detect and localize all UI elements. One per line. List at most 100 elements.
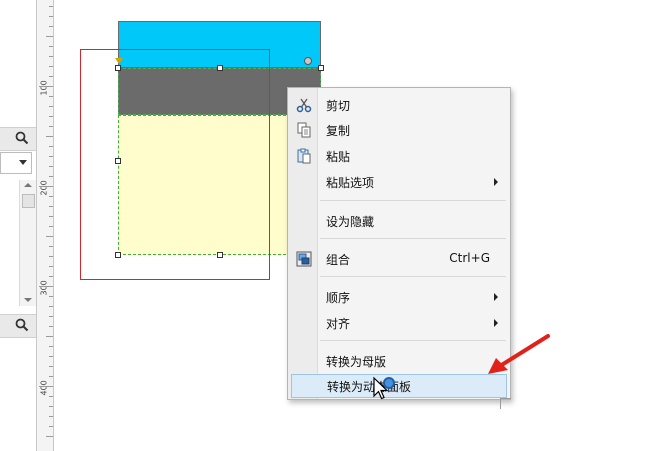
context-menu: 剪切 复制 粘贴 粘贴选项 设为隐藏 组合 Ctrl+G 顺序 对齐 转换为母版… — [287, 87, 511, 400]
ruler-tick — [49, 306, 53, 307]
menu-separator — [320, 276, 506, 277]
selection-handle[interactable] — [115, 65, 121, 71]
ruler-tick — [49, 16, 53, 17]
menu-item-set-hidden[interactable]: 设为隐藏 — [288, 209, 510, 233]
ruler-tick — [49, 76, 53, 77]
ruler-tick — [49, 316, 53, 317]
ruler-tick — [49, 176, 53, 177]
ruler-tick — [49, 46, 53, 47]
selection-handle[interactable] — [217, 252, 223, 258]
menu-separator — [320, 238, 506, 239]
ruler-label: 200 — [39, 180, 49, 196]
vertical-ruler: 100 200 300 400 — [36, 0, 54, 451]
menu-item-copy[interactable]: 复制 — [288, 118, 510, 142]
selection-handle[interactable] — [217, 65, 223, 71]
scroll-up-icon[interactable] — [24, 183, 32, 187]
menu-item-label: 转换为动态面板 — [327, 380, 412, 394]
ruler-tick — [49, 166, 53, 167]
ruler-tick — [39, 386, 53, 387]
ruler-label: 300 — [39, 280, 49, 296]
panel-scrollbar[interactable] — [19, 180, 36, 306]
menu-item-align[interactable]: 对齐 — [288, 311, 510, 335]
ruler-tick — [49, 406, 53, 407]
ruler-tick — [46, 36, 53, 37]
ruler-tick — [46, 136, 53, 137]
mouse-cursor-icon — [373, 376, 389, 400]
menu-item-convert-to-master[interactable]: 转换为母版 — [288, 349, 510, 373]
menu-item-label: 对齐 — [326, 317, 351, 331]
ruler-tick — [49, 156, 53, 157]
left-panel — [0, 0, 36, 451]
menu-item-order[interactable]: 顺序 — [288, 285, 510, 309]
menu-item-paste-options[interactable]: 粘贴选项 — [288, 170, 510, 194]
scroll-thumb[interactable] — [22, 194, 35, 208]
ruler-tick — [49, 346, 53, 347]
scissors-icon — [296, 98, 312, 113]
menu-separator — [320, 200, 506, 201]
ruler-tick — [39, 286, 53, 287]
submenu-arrow-icon — [494, 293, 498, 301]
ruler-label: 400 — [39, 380, 49, 396]
menu-item-label: 粘贴选项 — [326, 176, 375, 190]
ruler-tick — [46, 236, 53, 237]
ruler-tick — [49, 6, 53, 7]
ruler-tick — [49, 226, 53, 227]
group-icon — [296, 251, 312, 267]
ruler-tick — [46, 436, 53, 437]
ruler-tick — [49, 296, 53, 297]
ruler-tick — [49, 56, 53, 57]
rotation-handle[interactable] — [304, 57, 312, 65]
selection-handle[interactable] — [115, 252, 121, 258]
panel-dropdown[interactable] — [0, 152, 32, 174]
ruler-tick — [39, 186, 53, 187]
menu-item-label: 复制 — [326, 124, 351, 138]
menu-item-label: 设为隐藏 — [326, 215, 375, 229]
ruler-tick — [49, 206, 53, 207]
panel-toolbar-top — [0, 127, 36, 151]
menu-corner-mark — [500, 398, 511, 409]
menu-item-paste[interactable]: 粘贴 — [288, 144, 510, 168]
ruler-tick — [49, 146, 53, 147]
ruler-tick — [49, 66, 53, 67]
ruler-tick — [49, 396, 53, 397]
scroll-down-icon[interactable] — [24, 298, 32, 302]
red-annotation-arrow-icon — [488, 334, 550, 374]
ruler-tick — [49, 376, 53, 377]
ruler-tick — [49, 276, 53, 277]
ruler-tick — [49, 356, 53, 357]
ruler-tick — [49, 426, 53, 427]
selection-handle[interactable] — [318, 65, 324, 71]
menu-item-label: 粘贴 — [326, 150, 351, 164]
search-icon[interactable] — [15, 318, 29, 332]
ruler-tick — [39, 86, 53, 87]
ruler-tick — [49, 196, 53, 197]
ruler-tick — [49, 266, 53, 267]
paste-icon — [297, 148, 311, 164]
submenu-arrow-icon — [494, 319, 498, 327]
ruler-tick — [49, 26, 53, 27]
ruler-tick — [49, 246, 53, 247]
ruler-tick — [49, 366, 53, 367]
ruler-tick — [49, 326, 53, 327]
menu-item-label: 组合 — [326, 253, 351, 267]
ruler-tick — [49, 126, 53, 127]
ruler-tick — [49, 416, 53, 417]
ruler-tick — [46, 336, 53, 337]
ruler-tick — [49, 106, 53, 107]
menu-item-label: 顺序 — [326, 291, 351, 305]
red-outline-frame[interactable] — [80, 49, 270, 280]
ruler-tick — [49, 216, 53, 217]
selection-handle[interactable] — [115, 158, 121, 164]
ruler-tick — [49, 256, 53, 257]
menu-item-cut[interactable]: 剪切 — [288, 93, 510, 117]
menu-separator — [320, 340, 506, 341]
menu-item-label: 剪切 — [326, 99, 351, 113]
corner-radius-handle[interactable] — [115, 58, 123, 64]
menu-item-group[interactable]: 组合 Ctrl+G — [288, 247, 510, 271]
ruler-tick — [49, 116, 53, 117]
search-icon[interactable] — [15, 131, 29, 145]
menu-item-shortcut: Ctrl+G — [449, 251, 490, 265]
ruler-label: 100 — [39, 80, 49, 96]
submenu-arrow-icon — [494, 178, 498, 186]
menu-item-convert-to-dynamic-panel[interactable]: 转换为动态面板 — [291, 374, 507, 398]
